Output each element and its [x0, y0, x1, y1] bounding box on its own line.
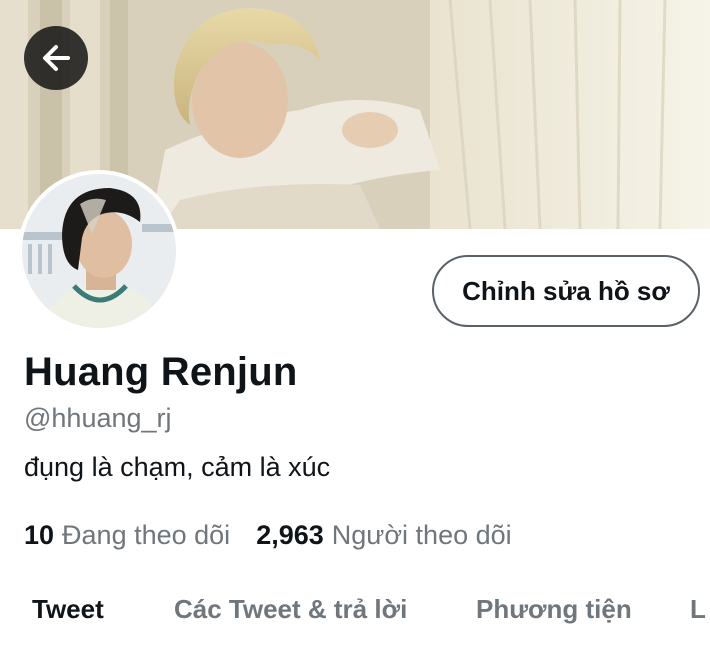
tab-tweets-replies[interactable]: Các Tweet & trả lời: [174, 594, 407, 625]
tab-likes[interactable]: L: [690, 594, 706, 625]
profile-name: Huang Renjun: [24, 350, 298, 394]
follow-stats: 10 Đang theo dõi 2,963 Người theo dõi: [24, 520, 512, 551]
avatar-photo: [22, 174, 176, 328]
avatar[interactable]: [18, 170, 180, 332]
following-link[interactable]: 10 Đang theo dõi: [24, 520, 230, 551]
profile-handle: @hhuang_rj: [24, 403, 172, 433]
profile-bio: đụng là chạm, cảm là xúc: [24, 452, 331, 482]
tab-tweets[interactable]: Tweet: [32, 594, 104, 625]
following-count: 10: [24, 520, 55, 550]
edit-profile-button[interactable]: Chỉnh sửa hồ sơ: [432, 255, 700, 327]
followers-count: 2,963: [256, 520, 324, 550]
back-button[interactable]: [24, 26, 88, 90]
followers-link[interactable]: 2,963 Người theo dõi: [256, 520, 511, 551]
tab-media[interactable]: Phương tiện: [476, 594, 632, 625]
arrow-left-icon: [43, 45, 70, 71]
following-label: Đang theo dõi: [62, 520, 231, 550]
followers-label: Người theo dõi: [331, 520, 512, 550]
profile-tabs: Tweet Các Tweet & trả lời Phương tiện L: [0, 590, 710, 649]
